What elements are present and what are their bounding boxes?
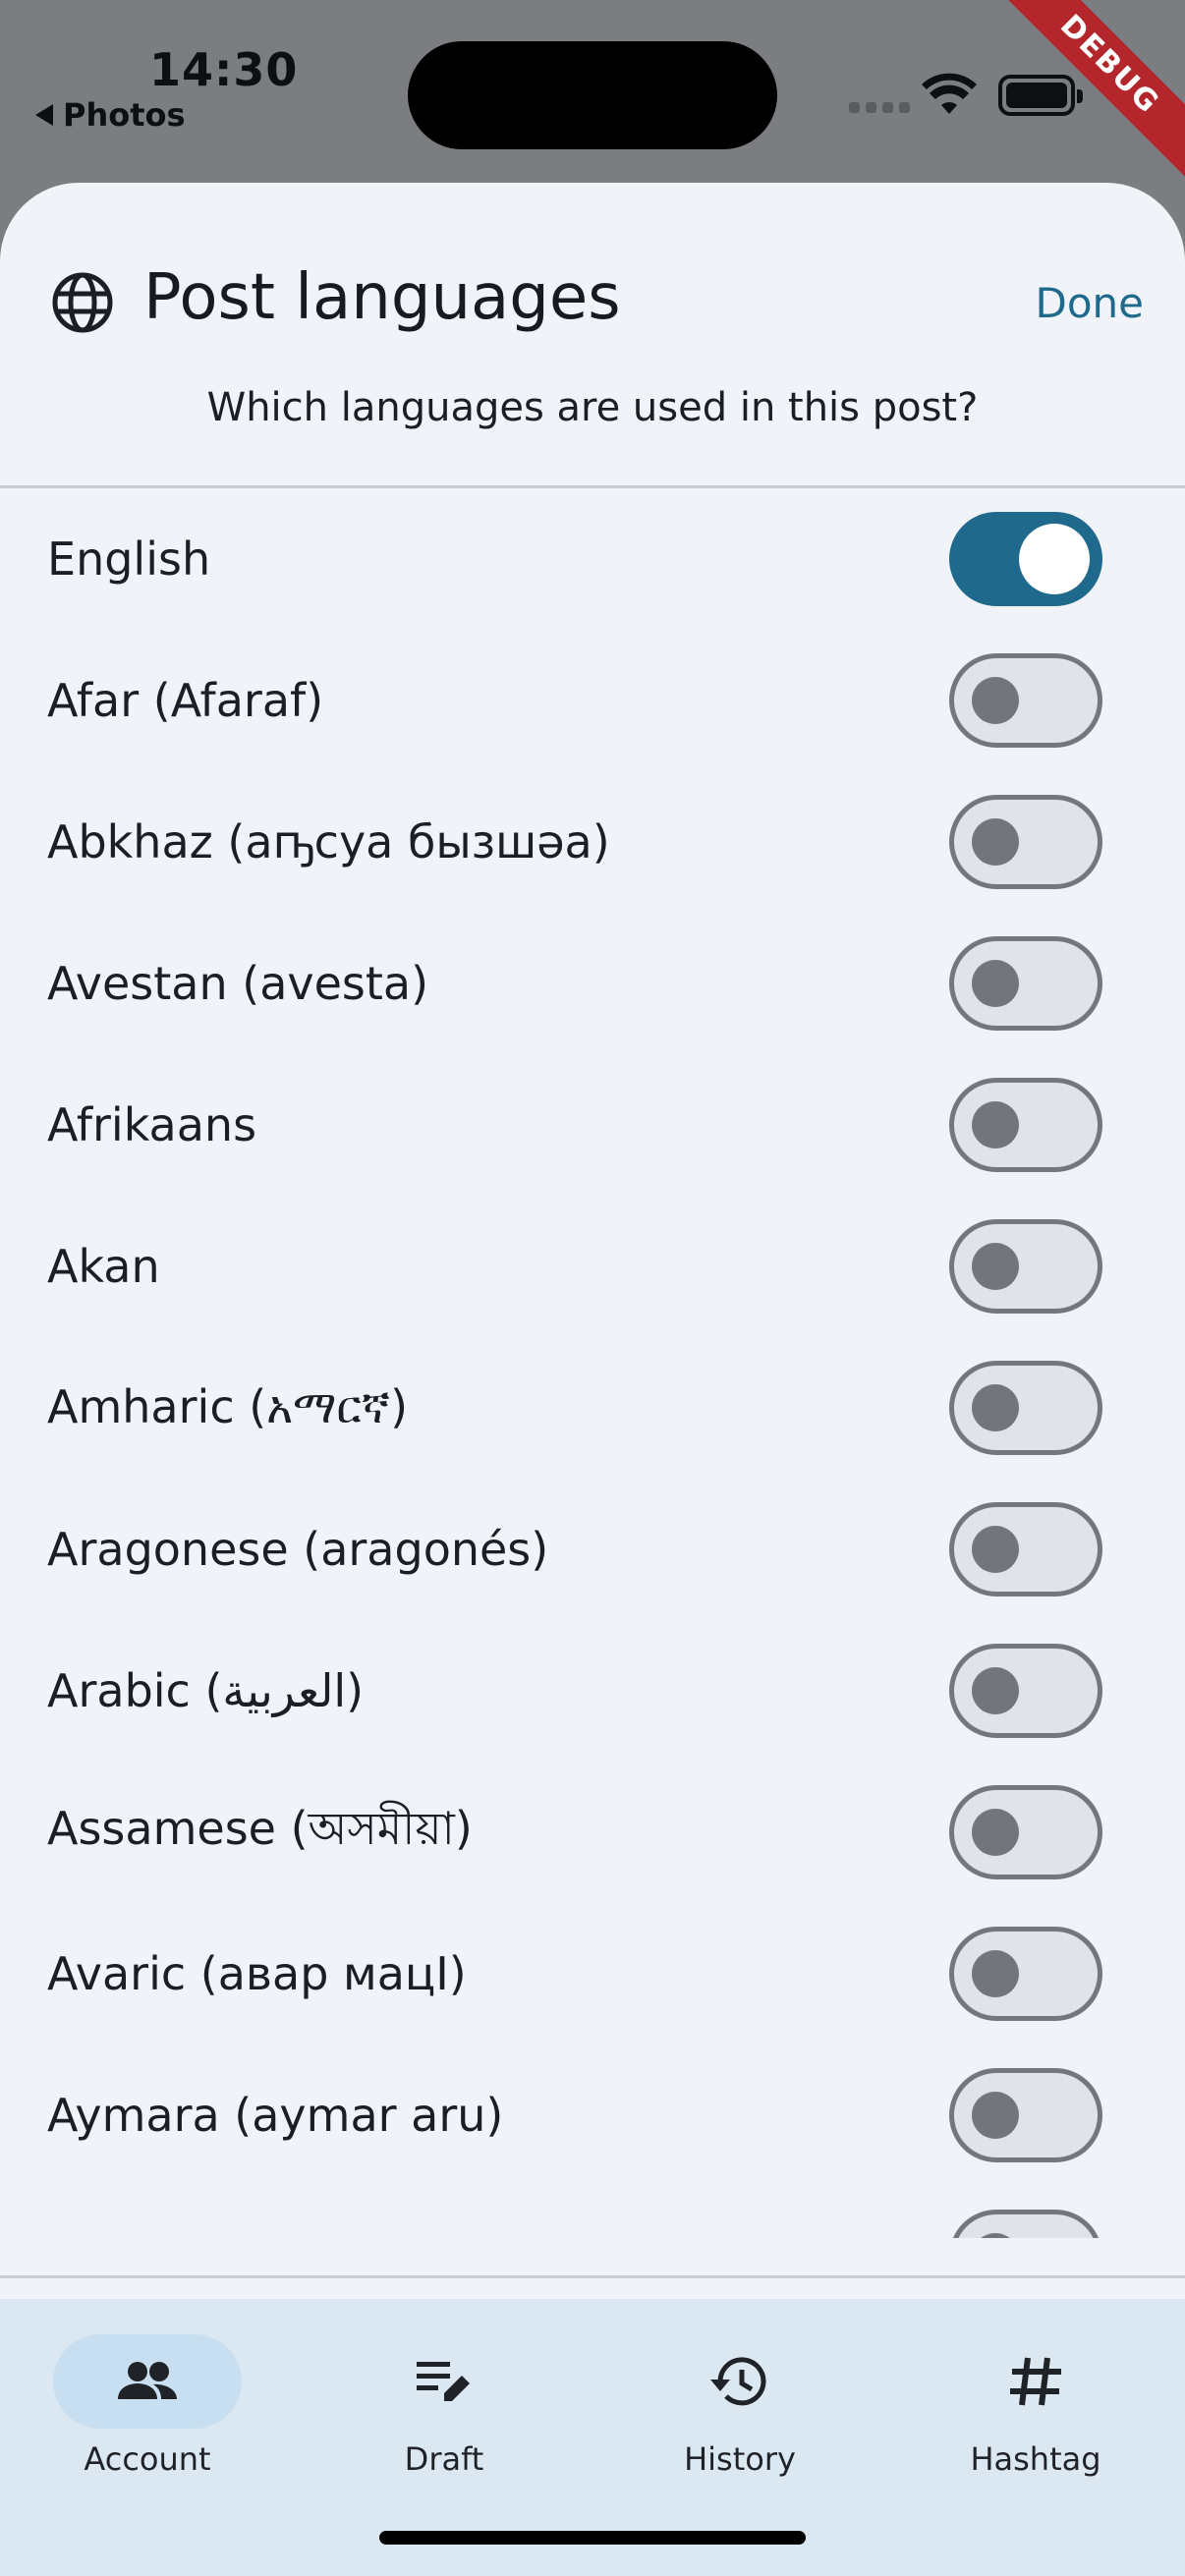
language-toggle[interactable] bbox=[949, 1927, 1102, 2021]
edit-note-icon bbox=[417, 2362, 470, 2401]
nav-label-account: Account bbox=[84, 2440, 211, 2478]
language-label: Aymara (aymar aru) bbox=[47, 2089, 504, 2142]
sheet-header: Post languages Done Which languages are … bbox=[0, 183, 1185, 487]
language-toggle[interactable] bbox=[949, 1361, 1102, 1455]
status-time: 14:30 bbox=[149, 43, 299, 96]
hashtag-icon bbox=[1010, 2357, 1061, 2406]
language-toggle[interactable] bbox=[949, 653, 1102, 748]
toggle-knob bbox=[972, 1384, 1019, 1431]
toggle-knob bbox=[972, 818, 1019, 866]
language-toggle[interactable] bbox=[949, 1219, 1102, 1314]
language-label: Afrikaans bbox=[47, 1098, 257, 1151]
sheet-title: Post languages bbox=[143, 261, 621, 334]
battery-icon bbox=[998, 75, 1083, 116]
language-toggle[interactable] bbox=[949, 1078, 1102, 1172]
language-list[interactable]: English Afar (Afaraf) Abkhaz (аҧсуа бызшәа… bbox=[0, 488, 1185, 2238]
language-row[interactable]: Afar (Afaraf) bbox=[0, 630, 1185, 771]
language-label: Aragonese (aragonés) bbox=[47, 1523, 549, 1576]
toggle-knob bbox=[972, 677, 1019, 724]
globe-icon bbox=[52, 272, 113, 333]
language-label: Abkhaz (аҧсуа бызшәа) bbox=[47, 815, 610, 868]
language-row[interactable]: Avaric (авар мацІ) bbox=[0, 1903, 1185, 2044]
nav-item-draft[interactable]: Draft bbox=[297, 2319, 592, 2478]
toggle-knob bbox=[972, 2233, 1019, 2238]
language-label: Amharic (አማርኛ) bbox=[47, 1380, 409, 1433]
back-triangle-icon bbox=[35, 104, 53, 126]
language-row[interactable]: Arabic (العربية) bbox=[0, 1620, 1185, 1762]
nav-item-hashtag[interactable]: Hashtag bbox=[888, 2319, 1183, 2478]
toggle-knob bbox=[972, 1101, 1019, 1148]
sheet-subtitle: Which languages are used in this post? bbox=[206, 385, 979, 430]
toggle-knob bbox=[1019, 524, 1090, 594]
post-languages-sheet: Post languages Done Which languages are … bbox=[0, 183, 1185, 2576]
language-toggle[interactable] bbox=[949, 936, 1102, 1031]
toggle-knob bbox=[972, 960, 1019, 1007]
language-toggle[interactable] bbox=[949, 1785, 1102, 1879]
language-row[interactable]: Avestan (avesta) bbox=[0, 913, 1185, 1054]
nav-label-history: History bbox=[684, 2440, 796, 2478]
back-to-photos-link[interactable]: Photos bbox=[35, 96, 186, 134]
language-row[interactable] bbox=[0, 2186, 1185, 2238]
language-row[interactable]: Assamese (অসমীয়া) bbox=[0, 1762, 1185, 1903]
nav-label-hashtag: Hashtag bbox=[970, 2440, 1101, 2478]
wifi-icon bbox=[922, 73, 977, 114]
toggle-knob bbox=[972, 1667, 1019, 1714]
nav-label-draft: Draft bbox=[404, 2440, 484, 2478]
language-row[interactable]: Aragonese (aragonés) bbox=[0, 1479, 1185, 1620]
language-row[interactable]: Amharic (አማርኛ) bbox=[0, 1337, 1185, 1479]
dynamic-island bbox=[408, 41, 777, 149]
toggle-knob bbox=[972, 1950, 1019, 1997]
language-label: Avaric (авар мацІ) bbox=[47, 1947, 467, 2000]
language-label: Akan bbox=[47, 1240, 160, 1293]
language-row[interactable]: Akan bbox=[0, 1196, 1185, 1337]
language-toggle[interactable] bbox=[949, 1644, 1102, 1738]
language-row[interactable]: Abkhaz (аҧсуа бызшәа) bbox=[0, 771, 1185, 913]
back-label: Photos bbox=[63, 96, 186, 134]
language-row[interactable]: Afrikaans bbox=[0, 1054, 1185, 1196]
toggle-knob bbox=[972, 2092, 1019, 2139]
language-toggle[interactable] bbox=[949, 2210, 1102, 2238]
language-label: Avestan (avesta) bbox=[47, 957, 429, 1010]
language-label: Arabic (العربية) bbox=[47, 1664, 365, 1717]
history-icon bbox=[710, 2357, 766, 2406]
toggle-knob bbox=[972, 1243, 1019, 1290]
nav-item-history[interactable]: History bbox=[592, 2319, 887, 2478]
language-label: English bbox=[47, 532, 211, 586]
list-bottom-divider bbox=[0, 2275, 1185, 2278]
language-label: Assamese (অসমীয়া) bbox=[47, 1802, 473, 1855]
language-label: Afar (Afaraf) bbox=[47, 674, 324, 727]
cellular-signal-icon bbox=[849, 102, 910, 113]
language-toggle[interactable] bbox=[949, 2068, 1102, 2162]
language-toggle[interactable] bbox=[949, 795, 1102, 889]
nav-item-account[interactable]: Account bbox=[0, 2319, 295, 2478]
toggle-knob bbox=[972, 1526, 1019, 1573]
language-row[interactable]: English bbox=[0, 488, 1185, 630]
language-toggle[interactable] bbox=[949, 512, 1102, 606]
home-indicator bbox=[379, 2531, 806, 2545]
done-button[interactable]: Done bbox=[1036, 279, 1145, 327]
language-row[interactable]: Aymara (aymar aru) bbox=[0, 2044, 1185, 2186]
screen: 14:30 Photos DEBUG Post languages Done W… bbox=[0, 0, 1185, 2576]
toggle-knob bbox=[972, 1809, 1019, 1856]
language-toggle[interactable] bbox=[949, 1502, 1102, 1596]
people-icon bbox=[118, 2362, 177, 2399]
